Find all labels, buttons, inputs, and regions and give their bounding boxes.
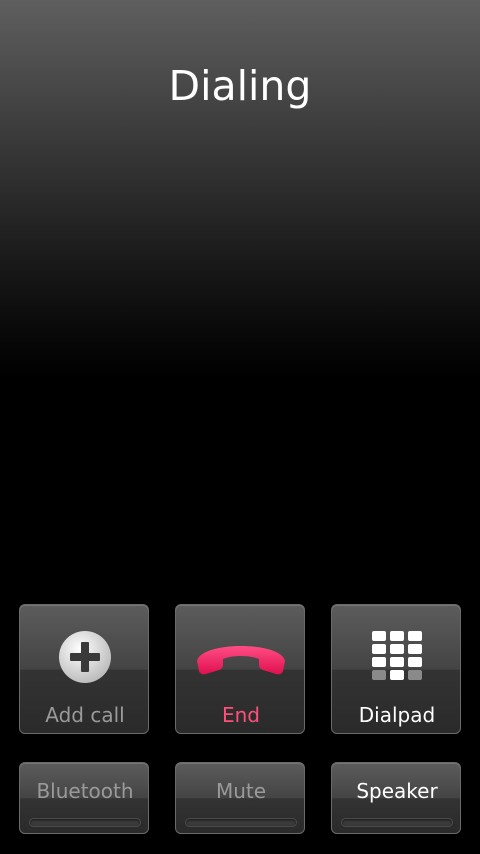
mute-state-indicator [185, 818, 297, 827]
speaker-state-indicator [341, 818, 453, 827]
dialpad-label: Dialpad [358, 703, 436, 727]
add-call-label: Add call [45, 703, 125, 727]
bluetooth-state-indicator [29, 818, 141, 827]
caller-photo-area [45, 380, 411, 402]
call-status-title: Dialing [168, 62, 312, 110]
dialpad-icon [332, 629, 462, 695]
bluetooth-label: Bluetooth [36, 779, 134, 803]
speaker-label: Speaker [356, 779, 438, 803]
add-call-button[interactable]: Add call [19, 604, 149, 734]
add-call-icon [20, 629, 150, 695]
bluetooth-toggle-button[interactable]: Bluetooth [19, 762, 149, 834]
end-call-phone-icon [176, 629, 306, 695]
speaker-toggle-button[interactable]: Speaker [331, 762, 461, 834]
mute-label: Mute [215, 779, 267, 803]
end-call-button[interactable]: End [175, 604, 305, 734]
mute-toggle-button[interactable]: Mute [175, 762, 305, 834]
end-call-label: End [221, 703, 260, 727]
dialpad-button[interactable]: Dialpad [331, 604, 461, 734]
